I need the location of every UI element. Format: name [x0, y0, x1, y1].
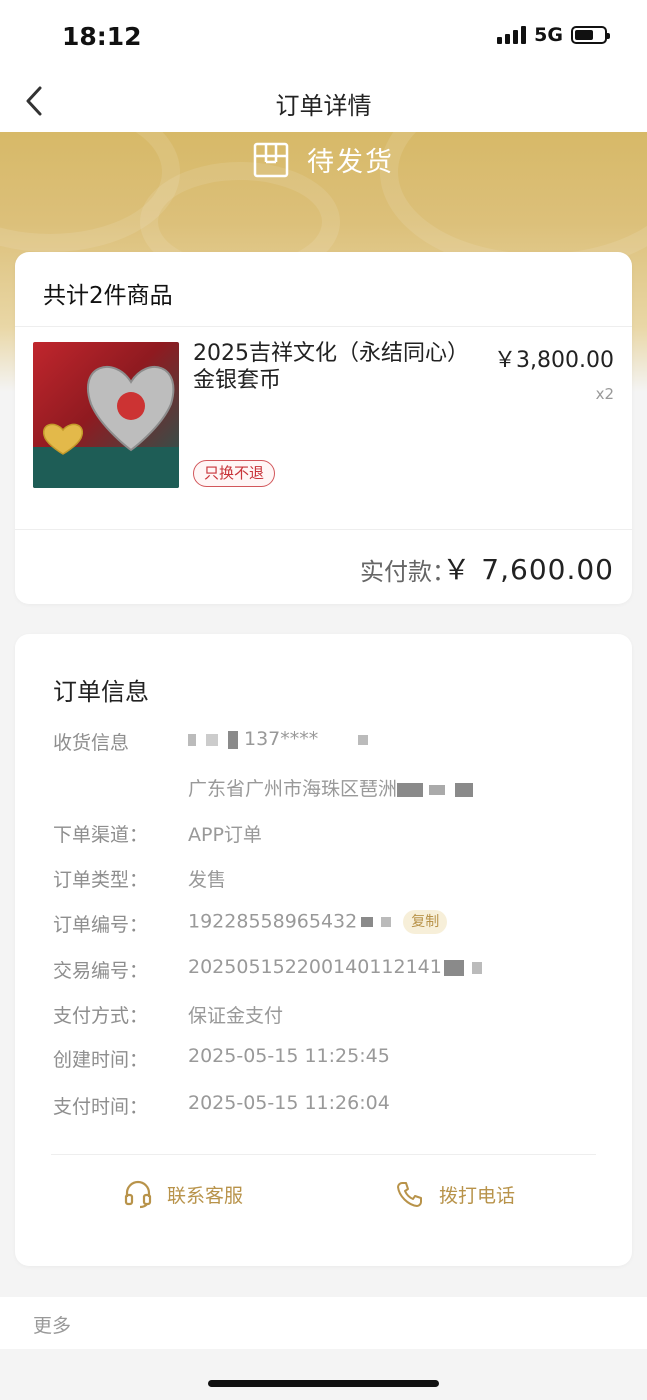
- more-bar[interactable]: 更多: [0, 1297, 647, 1349]
- order-status: 待发货: [0, 140, 647, 179]
- channel-row: 下单渠道： APP订单: [53, 820, 262, 847]
- battery-icon: [571, 26, 610, 44]
- trade-number-value: 202505152200140112141: [188, 956, 482, 983]
- receiver-row: 收货信息 137****: [53, 728, 369, 755]
- call-phone-label: 拨打电话: [439, 1184, 516, 1207]
- order-info-card: 订单信息 收货信息 137**** 广东省广州市海珠区琶洲 下单渠道： APP订…: [15, 634, 632, 1266]
- product-name[interactable]: 2025吉祥文化（永结同心）金银套币: [193, 340, 473, 394]
- page-title: 订单详情: [275, 92, 372, 120]
- phone-icon: [397, 1182, 422, 1207]
- product-price: ￥3,800.00: [494, 348, 614, 373]
- product-quantity: x2: [595, 385, 614, 403]
- status-time: 18:12: [62, 22, 142, 51]
- pay-method-value: 保证金支付: [188, 1005, 284, 1027]
- more-label: 更多: [33, 1315, 72, 1337]
- order-info-title: 订单信息: [53, 678, 149, 706]
- goods-count: 共计2件商品: [43, 283, 173, 309]
- product-image[interactable]: [33, 342, 179, 488]
- network-label: 5G: [534, 24, 563, 46]
- return-policy-badge: 只换不退: [193, 460, 276, 487]
- status-indicators: 5G: [497, 24, 610, 46]
- status-bar: 18:12 5G: [0, 0, 647, 70]
- nav-bar: 订单详情: [0, 70, 647, 132]
- receiver-address: 广东省广州市海珠区琶洲: [188, 774, 474, 801]
- created-time-row: 创建时间： 2025-05-15 11:25:45: [53, 1045, 390, 1071]
- divider: [15, 529, 632, 530]
- trade-number-row: 交易编号： 202505152200140112141: [53, 956, 482, 983]
- order-status-text: 待发货: [307, 147, 394, 178]
- pay-method-row: 支付方式： 保证金支付: [53, 1001, 283, 1028]
- receiver-label: 收货信息: [53, 732, 130, 754]
- contact-service-button[interactable]: 联系客服: [123, 1179, 243, 1209]
- receiver-phone: 137****: [188, 728, 369, 755]
- headset-icon: [124, 1180, 152, 1209]
- coin-illustration: [33, 366, 179, 488]
- contact-service-label: 联系客服: [167, 1184, 244, 1207]
- call-phone-button[interactable]: 拨打电话: [395, 1179, 515, 1209]
- paid-time-row: 支付时间： 2025-05-15 11:26:04: [53, 1092, 390, 1118]
- type-value: 发售: [188, 869, 227, 891]
- type-row: 订单类型： 发售: [53, 865, 226, 892]
- divider: [15, 326, 632, 327]
- package-icon: [253, 142, 289, 177]
- order-number-value: 19228558965432 复制: [188, 910, 448, 937]
- divider: [51, 1154, 596, 1155]
- paid-time-value: 2025-05-15 11:26:04: [188, 1092, 390, 1114]
- goods-card: 共计2件商品 2025吉祥文化（永结同心）金银套币 ￥3,800.00 x2 只…: [15, 252, 632, 604]
- home-indicator[interactable]: [208, 1380, 439, 1387]
- created-time-value: 2025-05-15 11:25:45: [188, 1045, 390, 1067]
- paid-amount: ￥ 7,600.00: [442, 553, 614, 586]
- copy-button[interactable]: 复制: [403, 910, 448, 934]
- signal-icon: [497, 26, 527, 44]
- order-number-row: 订单编号： 19228558965432 复制: [53, 910, 448, 937]
- channel-value: APP订单: [188, 824, 262, 846]
